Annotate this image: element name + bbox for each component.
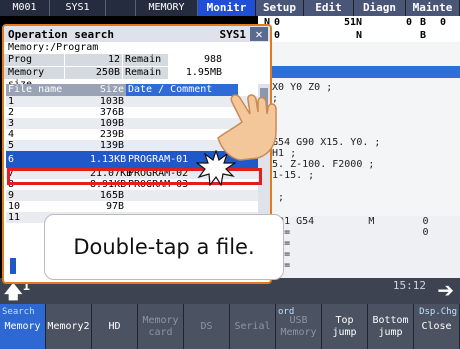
modal-line: = 0 xyxy=(260,227,429,238)
tab-diagn[interactable]: Diagn xyxy=(354,0,406,16)
program-listing: 3 X0 Y0 Z0 ; 1 ; 0 ; G54 G90 X15. Y0. ; … xyxy=(258,82,460,203)
arrow-right-icon[interactable]: ➔ xyxy=(437,278,454,302)
softkey-label: Memory xyxy=(4,320,41,332)
program-line: 2 1-15. ; xyxy=(260,170,315,181)
softkey-ds[interactable]: DS xyxy=(184,304,230,349)
softkey-bottom-jump[interactable]: Bottom jump xyxy=(368,304,414,349)
system-label: SYS1 xyxy=(50,0,106,16)
softkey-usb-memory[interactable]: ord USB Memory xyxy=(276,304,322,349)
softkey-header: Dsp.Chg xyxy=(419,307,457,317)
top-status-bar: M001 SYS1 MEMORY Monitr Setup Edit Diagn… xyxy=(0,0,460,16)
modal-line: ar= xyxy=(258,260,460,271)
stat-row: Memory size 250B Remain 1.95MB xyxy=(4,67,270,90)
stat-value: 250B xyxy=(64,67,122,79)
mode-label: MEMORY xyxy=(136,0,198,16)
softkey-label: USB Memory xyxy=(280,314,317,338)
modal-line: = xyxy=(284,249,291,260)
program-line xyxy=(258,104,460,115)
stat-value: 1.95MB xyxy=(168,67,224,79)
stat-label: Prog entry xyxy=(4,54,64,77)
program-line: 5. Z-100. F2000 ; xyxy=(260,159,375,170)
softkey-header: Search xyxy=(2,307,35,317)
program-line: H1 ; xyxy=(260,148,297,159)
program-line: 3 X0 Y0 Z0 ; xyxy=(260,82,333,93)
hand-pointer-icon xyxy=(217,94,277,161)
stat-label: Remain xyxy=(122,54,168,66)
softkey-header: ord xyxy=(278,307,295,317)
softkey-memory2[interactable]: Memory2 xyxy=(46,304,92,349)
machine-label: M001 xyxy=(0,0,50,16)
softkey-label: DS xyxy=(200,320,213,332)
dialog-title: Operation search xyxy=(8,27,114,41)
column-header-size[interactable]: Size xyxy=(90,84,126,96)
monitor-panel: N 0 51 N 0 B 0 0 N B 3 X0 Y0 Z0 ; 1 ; 0 … xyxy=(258,16,460,294)
softkey-label: Memory card xyxy=(142,314,179,338)
softkey-close[interactable]: Dsp.Chg Close xyxy=(414,304,460,349)
coordinate-line: N 0 51 N 0 B 0 xyxy=(264,17,446,28)
softkey-label: Close xyxy=(421,320,452,332)
coordinate-display: N 0 51 N 0 B 0 0 N B xyxy=(258,16,460,42)
stat-label: Remain xyxy=(122,67,168,79)
stat-label: Memory size xyxy=(4,67,64,90)
softkey-memory-card[interactable]: Memory card xyxy=(138,304,184,349)
softkey-label: Bottom jump xyxy=(372,314,409,338)
close-icon[interactable]: ✕ xyxy=(250,27,268,41)
memory-path: Memory:/Program xyxy=(8,42,99,53)
program-line: G54 G90 X15. Y0. ; xyxy=(260,137,381,148)
stat-value: 988 xyxy=(168,54,224,66)
program-line: 1 ; xyxy=(260,93,279,104)
clock: 15:12 xyxy=(392,279,426,292)
instruction-callout: Double-tap a file. xyxy=(44,214,284,280)
coordinate-line: 0 N B xyxy=(274,30,427,41)
softkey-serial[interactable]: Serial xyxy=(230,304,276,349)
softkey-label: Top jump xyxy=(332,314,357,338)
dialog-system: SYS1 xyxy=(219,27,247,41)
program-line: 1; xyxy=(258,181,460,192)
current-block-bar xyxy=(258,66,460,78)
blank-cell xyxy=(106,0,136,16)
tab-monitor[interactable]: Monitr xyxy=(198,0,256,16)
softkey-top-jump[interactable]: Top jump xyxy=(322,304,368,349)
modal-line: G91 G54 M 0 xyxy=(260,216,429,227)
softkey-label: Memory2 xyxy=(47,320,90,332)
column-header-file-name[interactable]: File name xyxy=(6,84,90,96)
softkey-label: HD xyxy=(108,320,121,332)
softkey-bar: Search Memory Memory2 HD Memory card DS … xyxy=(0,304,460,349)
tab-mainte[interactable]: Mainte xyxy=(406,0,460,16)
softkey-memory[interactable]: Search Memory xyxy=(0,304,46,349)
cursor-marker xyxy=(10,258,16,274)
tab-edit[interactable]: Edit xyxy=(304,0,354,16)
stat-row: Prog entry 12 Remain 988 xyxy=(4,54,270,77)
modal-line: ar= xyxy=(258,238,460,249)
table-row[interactable]: 9 165B xyxy=(6,190,258,201)
program-line xyxy=(258,126,460,137)
cnc-screen: M001 SYS1 MEMORY Monitr Setup Edit Diagn… xyxy=(0,0,460,349)
program-line: 5. ; xyxy=(260,192,285,203)
instruction-text: Double-tap a file. xyxy=(73,235,255,259)
stat-value: 12 xyxy=(64,54,122,66)
softkey-hd[interactable]: HD xyxy=(92,304,138,349)
softkey-label: Serial xyxy=(234,320,271,332)
dialog-title-bar: Operation search SYS1 ✕ xyxy=(4,26,270,42)
program-line: 0 ; xyxy=(258,115,460,126)
tab-setup[interactable]: Setup xyxy=(256,0,304,16)
table-row[interactable]: 10 97B xyxy=(6,201,258,212)
